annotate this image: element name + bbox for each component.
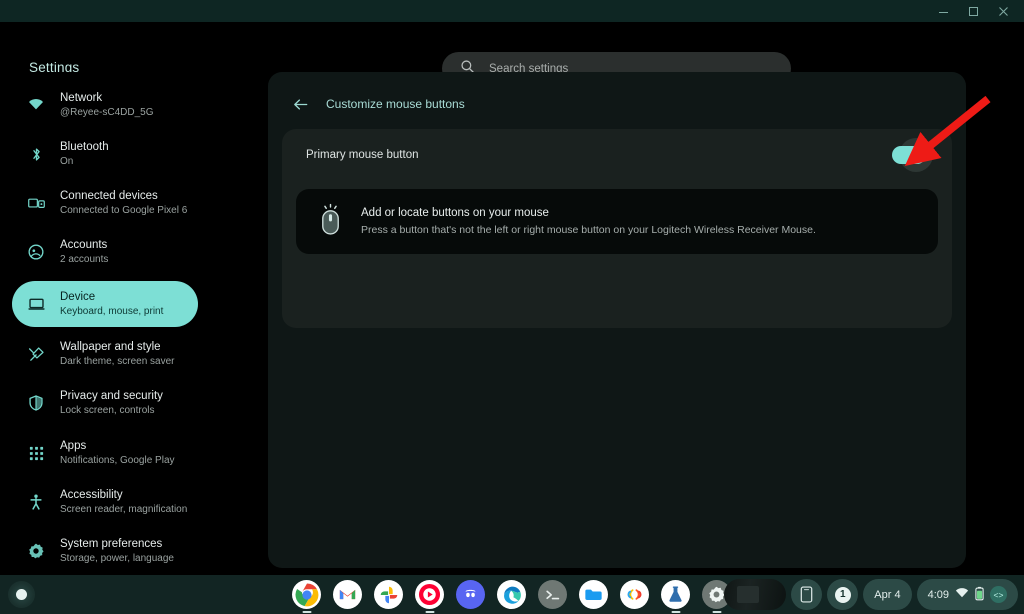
system-tray[interactable]: 4:09 <>: [917, 579, 1018, 610]
screen-capture-thumbnail[interactable]: [724, 579, 786, 610]
mouse-settings-section: Primary mouse button: [282, 129, 952, 328]
sidebar-item-label: Connected devices: [60, 190, 187, 203]
sidebar-item-sublabel: 2 accounts: [60, 254, 108, 266]
minimize-button[interactable]: [928, 0, 958, 22]
sidebar-item-sublabel: Keyboard, mouse, print: [60, 306, 163, 318]
close-button[interactable]: [988, 0, 1018, 22]
laptop-icon: [26, 294, 46, 314]
beaker-app-icon[interactable]: [661, 580, 690, 609]
devices-icon: [26, 193, 46, 213]
battery-status-icon: [975, 586, 984, 604]
sidebar-item-label: Privacy and security: [60, 390, 163, 403]
sidebar-item-label: Apps: [60, 440, 175, 453]
gmail-app-icon[interactable]: [333, 580, 362, 609]
shelf-date: Apr 4: [874, 589, 900, 601]
sidebar-item-label: Accessibility: [60, 489, 187, 502]
toggle-knob: [911, 149, 924, 162]
running-indicator: [302, 611, 311, 613]
phone-hub-icon[interactable]: [791, 579, 822, 610]
primary-mouse-button-toggle[interactable]: [892, 146, 926, 164]
sidebar-item-label: Wallpaper and style: [60, 341, 175, 354]
sidebar-item-sublabel: Dark theme, screen saver: [60, 356, 175, 368]
launcher-dot: [16, 589, 27, 600]
gear-icon: [26, 541, 46, 561]
settings-window: Settings Search settings Network @Reyee-…: [0, 0, 1024, 575]
sidebar-item-sublabel: @Reyee-sC4DD_5G: [60, 107, 154, 119]
launcher-icon[interactable]: [8, 581, 35, 608]
account-icon: [26, 242, 46, 262]
sidebar-item-bluetooth[interactable]: Bluetooth On: [12, 131, 198, 177]
shelf-time: 4:09: [928, 589, 949, 601]
chrome-app-icon[interactable]: [292, 580, 321, 609]
terminal-app-icon[interactable]: [538, 580, 567, 609]
sidebar-item-sublabel: Notifications, Google Play: [60, 455, 175, 467]
app-header: Settings Search settings: [0, 22, 1024, 72]
window-titlebar: [0, 0, 1024, 22]
running-indicator: [712, 611, 721, 613]
edge-app-icon[interactable]: [497, 580, 526, 609]
sidebar-item-sublabel: On: [60, 156, 109, 168]
mouse-detect-icon: [317, 203, 344, 241]
sidebar-item-sublabel: Lock screen, controls: [60, 405, 163, 417]
notification-badge[interactable]: 1: [827, 579, 858, 610]
sidebar-item-privacy-and-security[interactable]: Privacy and security Lock screen, contro…: [12, 380, 198, 426]
sidebar: Network @Reyee-sC4DD_5G Bluetooth On: [0, 72, 268, 575]
running-indicator: [425, 611, 434, 613]
add-or-locate-mouse-buttons-card[interactable]: Add or locate buttons on your mouse Pres…: [296, 189, 938, 254]
sidebar-item-accounts[interactable]: Accounts 2 accounts: [12, 229, 198, 275]
sidebar-item-apps[interactable]: Apps Notifications, Google Play: [12, 430, 198, 476]
sidebar-item-system-preferences[interactable]: System preferences Storage, power, langu…: [12, 528, 198, 574]
accessibility-icon: [26, 492, 46, 512]
files-app-icon[interactable]: [579, 580, 608, 609]
running-indicator: [671, 611, 680, 613]
sidebar-item-connected-devices[interactable]: Connected devices Connected to Google Pi…: [12, 180, 198, 226]
sidebar-item-label: Bluetooth: [60, 141, 109, 154]
sidebar-item-label: Device: [60, 291, 163, 304]
maximize-button[interactable]: [958, 0, 988, 22]
mouse-card-description: Press a button that's not the left or ri…: [361, 224, 816, 236]
content-panel: Customize mouse buttons Primary mouse bu…: [268, 72, 966, 568]
status-area[interactable]: 1 Apr 4 4:09 <>: [724, 579, 1018, 610]
sidebar-item-network[interactable]: Network @Reyee-sC4DD_5G: [12, 82, 198, 128]
discord-app-icon[interactable]: [456, 580, 485, 609]
brush-icon: [26, 344, 46, 364]
wifi-status-icon: [955, 587, 969, 602]
sidebar-item-label: Accounts: [60, 239, 108, 252]
sidebar-item-label: Network: [60, 92, 154, 105]
notification-count: 1: [835, 587, 851, 603]
breadcrumb-title: Customize mouse buttons: [326, 97, 465, 111]
grid-apps-icon: [26, 443, 46, 463]
app-body: Network @Reyee-sC4DD_5G Bluetooth On: [0, 72, 1024, 575]
primary-mouse-button-row[interactable]: Primary mouse button: [282, 129, 952, 181]
sidebar-item-wallpaper-and-style[interactable]: Wallpaper and style Dark theme, screen s…: [12, 331, 198, 377]
bluetooth-icon: [26, 144, 46, 164]
shelf: 1 Apr 4 4:09 <>: [0, 575, 1024, 614]
primary-mouse-button-label: Primary mouse button: [306, 149, 419, 161]
photos-app-icon[interactable]: [374, 580, 403, 609]
mouse-card-title: Add or locate buttons on your mouse: [361, 207, 816, 219]
developer-mode-icon: <>: [990, 586, 1007, 603]
wifi-icon: [26, 95, 46, 115]
date-pill[interactable]: Apr 4: [863, 579, 911, 610]
sound-app-icon[interactable]: [620, 580, 649, 609]
sidebar-item-device[interactable]: Device Keyboard, mouse, print: [12, 281, 198, 327]
sidebar-item-sublabel: Connected to Google Pixel 6: [60, 205, 187, 217]
shelf-apps: [292, 580, 731, 609]
youtube-music-app-icon[interactable]: [415, 580, 444, 609]
sidebar-item-accessibility[interactable]: Accessibility Screen reader, magnificati…: [12, 479, 198, 525]
sidebar-item-sublabel: Storage, power, language: [60, 553, 174, 565]
breadcrumb: Customize mouse buttons: [290, 88, 465, 120]
sidebar-item-sublabel: Screen reader, magnification: [60, 504, 187, 516]
sidebar-item-label: System preferences: [60, 538, 174, 551]
shield-icon: [26, 393, 46, 413]
back-arrow-icon[interactable]: [290, 94, 310, 114]
